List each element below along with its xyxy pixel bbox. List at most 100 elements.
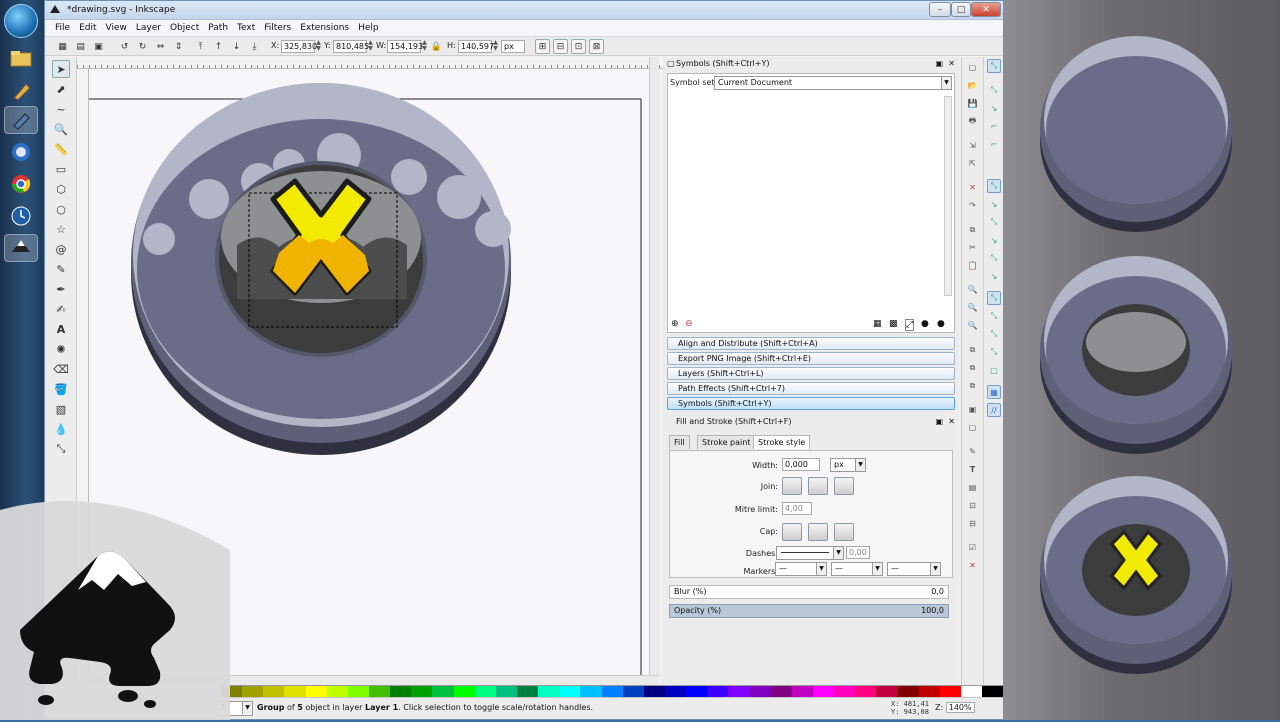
zoom-drawing-icon[interactable]: 🔍 <box>966 301 979 314</box>
panel-close-icon[interactable]: ✕ <box>948 417 955 426</box>
flip-horizontal-icon[interactable]: ⇔ <box>153 39 168 54</box>
w-spinner[interactable]: ▲ ▼ <box>421 40 428 53</box>
opacity-slider[interactable]: Opacity (%) 100,0 <box>669 604 949 618</box>
fill-stroke-icon[interactable]: ✎ <box>966 445 979 458</box>
tab-stroke-style[interactable]: Stroke style <box>753 435 811 449</box>
blur-slider[interactable]: Blur (%) 0,0 <box>669 585 949 599</box>
eraser-tool-icon[interactable]: ⌫ <box>52 360 70 378</box>
node-tool-icon[interactable]: ⬈ <box>52 80 70 98</box>
join-bevel-button[interactable] <box>834 477 854 495</box>
raise-to-top-icon[interactable]: ⤒ <box>193 39 208 54</box>
h-field[interactable]: 140,597 <box>458 40 494 53</box>
scale-corners-icon[interactable]: ⊟ <box>553 39 568 54</box>
text-tool-icon[interactable]: A <box>52 320 70 338</box>
lower-to-bottom-icon[interactable]: ⤓ <box>247 39 262 54</box>
xml-editor-icon[interactable]: ⊡ <box>966 499 979 512</box>
new-document-icon[interactable]: ▢ <box>966 61 979 74</box>
doc-props-icon[interactable]: ✕ <box>966 559 979 572</box>
snap-rotation-center-icon[interactable]: ⤡ <box>987 327 1001 341</box>
snap-intersection-icon[interactable]: ⤡ <box>987 215 1001 229</box>
marker-mid-select[interactable]: — ▼ <box>831 562 883 576</box>
join-miter-button[interactable] <box>782 477 802 495</box>
ungroup-icon[interactable]: ▢ <box>966 421 979 434</box>
tab-fill[interactable]: Fill <box>669 435 690 449</box>
x-spinner[interactable]: ▲ ▼ <box>315 40 322 53</box>
symbols-list[interactable]: Symbol set: Current Document ▼ <box>667 73 955 333</box>
clock-icon[interactable] <box>4 202 38 230</box>
gradient-tool-icon[interactable]: ▧ <box>52 400 70 418</box>
snap-page-icon[interactable]: ▢ <box>987 363 1001 377</box>
selector-tool-icon[interactable]: ➤ <box>52 60 70 78</box>
preferences-icon[interactable]: ☑ <box>966 541 979 554</box>
remove-symbol-icon[interactable]: ⊖ <box>685 319 693 329</box>
width-field[interactable]: 0,000 <box>782 458 820 471</box>
snap-path-icon[interactable]: ↘ <box>987 197 1001 211</box>
menu-filters[interactable]: Filters <box>264 23 291 33</box>
layers-icon[interactable]: ▤ <box>966 481 979 494</box>
close-button[interactable]: ✕ <box>971 2 1001 17</box>
snap-grid-icon[interactable]: ▦ <box>987 385 1001 399</box>
star-tool-icon[interactable]: ☆ <box>52 220 70 238</box>
explorer-icon[interactable] <box>4 44 38 72</box>
chrome-icon[interactable] <box>4 170 38 198</box>
dropper-tool-icon[interactable]: 💧 <box>52 420 70 438</box>
symbols-scrollbar[interactable] <box>944 96 952 296</box>
menu-text[interactable]: Text <box>237 23 255 33</box>
w-field[interactable]: 154,193 <box>387 40 423 53</box>
snap-midpoint-icon[interactable]: ↘ <box>987 269 1001 283</box>
add-symbol-icon[interactable]: ⊕ <box>671 319 679 329</box>
connector-tool-icon[interactable]: ⤡ <box>52 440 70 458</box>
horizontal-ruler[interactable] <box>77 57 665 69</box>
deselect-icon[interactable]: ▣ <box>91 39 106 54</box>
scale-stroke-icon[interactable]: ⊞ <box>535 39 550 54</box>
zoom-out-icon[interactable]: ● <box>921 319 929 329</box>
snap-guide-icon[interactable]: // <box>987 403 1001 417</box>
measure-tool-icon[interactable]: 📏 <box>52 140 70 158</box>
zoom-tool-icon[interactable]: 🔍 <box>52 120 70 138</box>
panel-close-icon[interactable]: ✕ <box>948 59 955 68</box>
rotate-cw-icon[interactable]: ↻ <box>135 39 150 54</box>
y-spinner[interactable]: ▲ ▼ <box>367 40 374 53</box>
transform-gradients-icon[interactable]: ⊡ <box>571 39 586 54</box>
marker-end-select[interactable]: — ▼ <box>887 562 941 576</box>
pencil-tool-icon[interactable]: ✎ <box>52 260 70 278</box>
save-icon[interactable]: 💾 <box>966 97 979 110</box>
import-icon[interactable]: ⇲ <box>966 139 979 152</box>
export-icon[interactable]: ⇱ <box>966 157 979 170</box>
raise-icon[interactable]: ↑ <box>211 39 226 54</box>
symbols-expander[interactable]: Symbols (Shift+Ctrl+Y) <box>667 397 955 410</box>
snap-toggle-icon[interactable]: ⤡ <box>987 59 1001 73</box>
cut-icon[interactable]: ✂ <box>966 241 979 254</box>
panel-iconify-icon[interactable]: ▣ <box>935 59 943 68</box>
select-all-icon[interactable]: ▦ <box>55 39 70 54</box>
dashes-offset-field[interactable]: 0,00 <box>846 546 870 559</box>
spray-tool-icon[interactable]: ✺ <box>52 340 70 358</box>
cap-round-button[interactable] <box>808 523 828 541</box>
cap-butt-button[interactable] <box>782 523 802 541</box>
tab-stroke-paint[interactable]: Stroke paint <box>697 435 756 449</box>
snap-bbox-icon[interactable]: ⤡ <box>987 83 1001 97</box>
rotate-ccw-icon[interactable]: ↺ <box>117 39 132 54</box>
panel-iconify-icon[interactable]: ▣ <box>935 417 943 426</box>
spiral-tool-icon[interactable]: @ <box>52 240 70 258</box>
align-distribute-expander[interactable]: Align and Distribute (Shift+Ctrl+A) <box>667 337 955 350</box>
tweak-tool-icon[interactable]: ~ <box>52 100 70 118</box>
minimize-button[interactable]: – <box>929 2 951 17</box>
copy-icon[interactable]: ⧉ <box>966 223 979 236</box>
rectangle-tool-icon[interactable]: ▭ <box>52 160 70 178</box>
inkscape-app-icon[interactable] <box>4 234 38 262</box>
transform-patterns-icon[interactable]: ⊠ <box>589 39 604 54</box>
unlink-clone-icon[interactable]: ⧉ <box>966 379 979 392</box>
clone-icon[interactable]: ⧉ <box>966 361 979 374</box>
grid-large-icon[interactable]: ▩ <box>889 319 898 329</box>
menu-layer[interactable]: Layer <box>136 23 161 33</box>
layers-expander[interactable]: Layers (Shift+Ctrl+L) <box>667 367 955 380</box>
vertical-scrollbar[interactable] <box>649 57 659 675</box>
snap-center-icon[interactable]: ⤡ <box>987 309 1001 323</box>
path-effects-expander[interactable]: Path Effects (Shift+Ctrl+7) <box>667 382 955 395</box>
snap-bbox-edge-icon[interactable]: ↘ <box>987 101 1001 115</box>
zoom-readout[interactable]: Z: 140% <box>935 702 975 713</box>
lower-icon[interactable]: ↓ <box>229 39 244 54</box>
print-icon[interactable]: 🖶 <box>966 115 979 128</box>
text-font-icon[interactable]: T <box>966 463 979 476</box>
